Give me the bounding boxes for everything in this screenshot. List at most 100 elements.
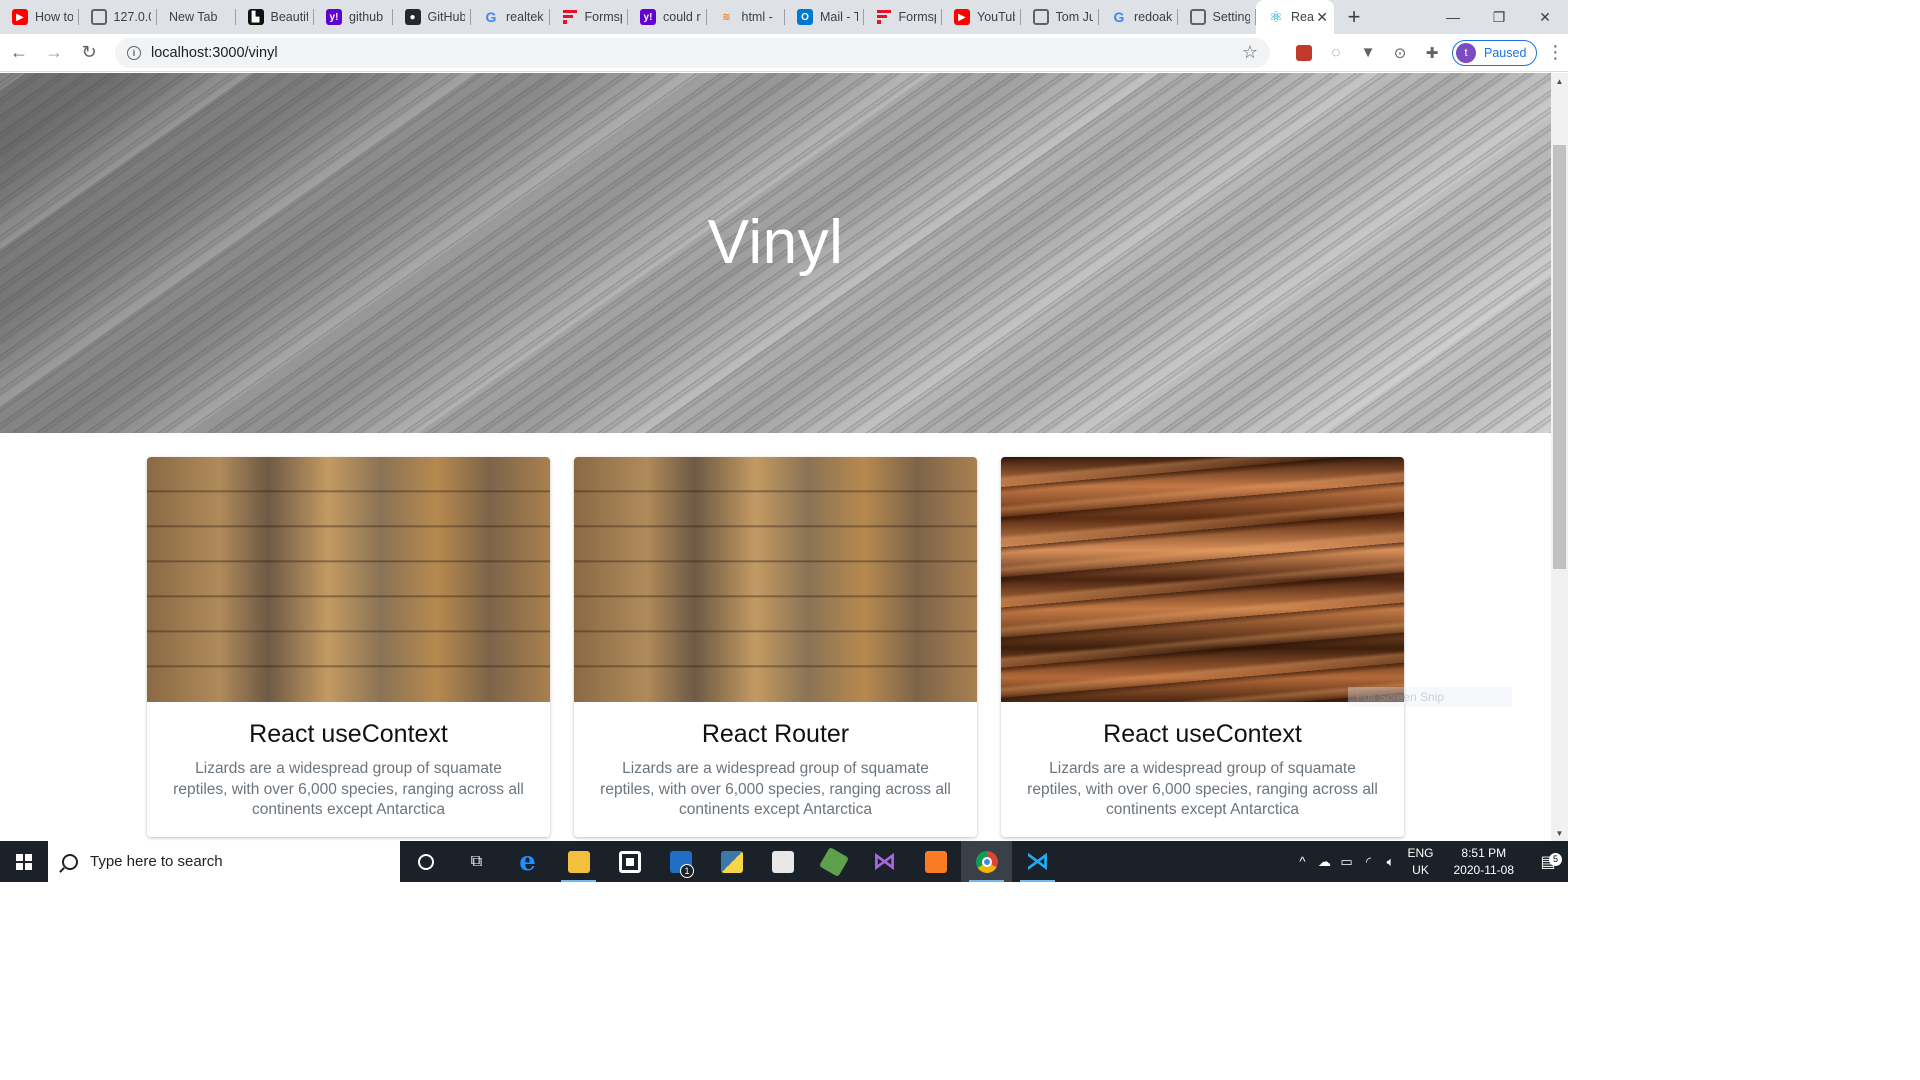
card-description: Lizards are a widespread group of squama…	[1027, 760, 1378, 818]
url-text[interactable]: localhost:3000/vinyl	[151, 45, 278, 61]
cortana-icon[interactable]	[400, 841, 451, 882]
browser-tab[interactable]: ▶YouTub	[942, 0, 1021, 34]
task-view-icon[interactable]: ⧉	[451, 841, 502, 882]
outlook-icon: O	[797, 9, 813, 25]
chrome-icon[interactable]	[961, 841, 1012, 882]
browser-tab[interactable]: Setting	[1178, 0, 1257, 34]
profile-status: Paused	[1484, 45, 1527, 60]
notification-center-icon[interactable]: ▤ 5	[1528, 852, 1568, 872]
card-image-wood	[574, 457, 977, 702]
vue-devtools-icon[interactable]: ▼	[1352, 37, 1384, 69]
hero-banner: Vinyl	[0, 73, 1551, 433]
google-icon: G	[485, 9, 497, 25]
volume-icon[interactable]: 🔈︎	[1379, 854, 1401, 870]
page-viewport: Vinyl React useContext Lizards are a wid…	[0, 73, 1551, 841]
language-indicator[interactable]: ENG UK	[1407, 845, 1433, 879]
card-grid: React useContext Lizards are a widesprea…	[147, 457, 1404, 841]
file-explorer-icon[interactable]	[553, 841, 604, 882]
menu-kebab-icon[interactable]: ⋮	[1543, 42, 1567, 63]
search-placeholder: Type here to search	[90, 853, 223, 870]
browser-tab[interactable]: New Tab	[157, 0, 236, 34]
windows-taskbar: Type here to search ⧉ e 1 ⋈ ⋊ ^ ☁ ▭ ◜ 🔈︎…	[0, 841, 1568, 882]
browser-tab[interactable]: ▶ How to	[0, 0, 79, 34]
scrollbar-thumb[interactable]	[1553, 145, 1566, 569]
browser-tab-active[interactable]: ⚛ Rea ✕	[1256, 0, 1334, 34]
bookmark-star-icon[interactable]: ☆	[1242, 42, 1258, 63]
globe-icon	[1032, 9, 1049, 25]
mail-icon[interactable]: 1	[655, 841, 706, 882]
card[interactable]: React useContext Lizards are a widesprea…	[147, 457, 550, 837]
back-icon[interactable]: ←	[3, 37, 35, 69]
github-icon: ●	[404, 9, 421, 25]
battery-icon[interactable]: ▭	[1335, 854, 1357, 870]
document-icon[interactable]	[757, 841, 808, 882]
card[interactable]: React Router Lizards are a widespread gr…	[574, 457, 977, 837]
show-hidden-icons-icon[interactable]: ^	[1291, 854, 1313, 869]
browser-tab[interactable]: Formsp	[864, 0, 943, 34]
xampp-icon[interactable]	[910, 841, 961, 882]
start-button[interactable]	[0, 841, 48, 882]
store-icon[interactable]	[604, 841, 655, 882]
card-title: React useContext	[249, 720, 448, 748]
browser-tab[interactable]: ● GitHub	[393, 0, 472, 34]
nodejs-icon[interactable]	[808, 841, 859, 882]
browser-tab[interactable]: y! github	[314, 0, 393, 34]
card-image-wood	[147, 457, 550, 702]
search-icon	[62, 853, 78, 870]
browser-tab[interactable]: 127.0.0	[79, 0, 158, 34]
page-title: Vinyl	[707, 208, 844, 277]
formspree-icon	[876, 9, 892, 25]
notification-badge: 5	[1549, 852, 1562, 866]
address-bar[interactable]: i localhost:3000/vinyl ☆	[115, 37, 1270, 68]
maximize-icon[interactable]: ❐	[1476, 0, 1522, 34]
extension-icon[interactable]: ◌	[1320, 37, 1352, 69]
forward-icon[interactable]: →	[38, 37, 70, 69]
edge-icon[interactable]: e	[502, 841, 553, 882]
snip-overlay-text: Full Screen Snip	[1348, 687, 1512, 707]
browser-tab[interactable]: y! could r	[628, 0, 707, 34]
stackoverflow-icon: ≋	[722, 11, 731, 23]
python-icon[interactable]	[706, 841, 757, 882]
scroll-up-icon[interactable]: ▲	[1551, 73, 1568, 89]
browser-tab[interactable]: ≋ html -	[707, 0, 786, 34]
yahoo-icon: y!	[640, 9, 656, 25]
mail-badge: 1	[680, 864, 694, 878]
browser-tab-strip: ▶How to 127.0.0 New Tab ▙Beautif y!githu…	[0, 0, 1568, 34]
bt-icon: ▙	[247, 9, 264, 25]
formspree-icon	[562, 9, 578, 25]
browser-tab[interactable]: Gredoak	[1099, 0, 1178, 34]
reload-icon[interactable]: ↻	[73, 37, 105, 69]
page-scrollbar[interactable]: ▲ ▼	[1551, 73, 1568, 841]
wifi-icon[interactable]: ◜	[1357, 854, 1379, 870]
extension-icon[interactable]: ⊙	[1384, 37, 1416, 69]
google-icon: G	[1113, 9, 1125, 25]
onedrive-icon[interactable]: ☁	[1313, 854, 1335, 870]
vscode-icon[interactable]: ⋊	[1012, 841, 1063, 882]
scroll-down-icon[interactable]: ▼	[1551, 825, 1568, 841]
card-description: Lizards are a widespread group of squama…	[600, 760, 951, 818]
globe-icon	[90, 9, 107, 25]
card-title: React useContext	[1103, 720, 1302, 748]
avatar: t	[1456, 42, 1476, 63]
minimize-icon[interactable]: ―	[1430, 0, 1476, 34]
browser-tab[interactable]: Formsp	[550, 0, 629, 34]
browser-tab[interactable]: Tom Ju	[1021, 0, 1100, 34]
react-icon: ⚛	[1269, 9, 1283, 26]
extensions-puzzle-icon[interactable]: ✚	[1416, 37, 1448, 69]
card[interactable]: React useContext Lizards are a widesprea…	[1001, 457, 1404, 837]
browser-tab[interactable]: O Mail - T	[785, 0, 864, 34]
system-tray: ^ ☁ ▭ ◜ 🔈︎ ENG UK 8:51 PM 2020-11-08 ▤ 5	[1291, 841, 1568, 882]
visual-studio-icon[interactable]: ⋈	[859, 841, 910, 882]
card-description: Lizards are a widespread group of squama…	[173, 760, 524, 818]
extension-icon[interactable]	[1288, 37, 1320, 69]
browser-tab[interactable]: Grealtek	[471, 0, 550, 34]
close-window-icon[interactable]: ✕	[1522, 0, 1568, 34]
site-info-icon[interactable]: i	[127, 45, 141, 60]
clock[interactable]: 8:51 PM 2020-11-08	[1454, 845, 1515, 879]
taskbar-search[interactable]: Type here to search	[48, 841, 400, 882]
close-tab-icon[interactable]: ✕	[1316, 9, 1328, 26]
profile-button[interactable]: t Paused	[1452, 39, 1538, 66]
card-title: React Router	[701, 720, 850, 748]
browser-tab[interactable]: ▙ Beautif	[236, 0, 315, 34]
new-tab-button[interactable]: +	[1334, 0, 1374, 34]
